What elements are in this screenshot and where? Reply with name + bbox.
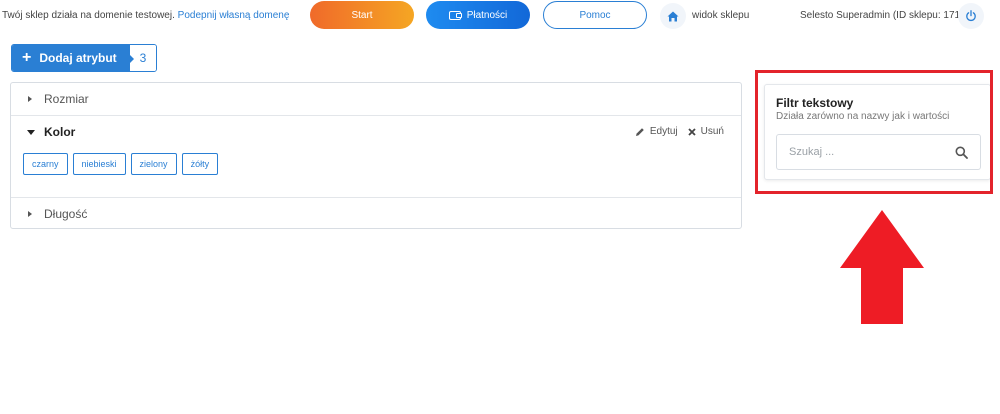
delete-attribute-button[interactable]: Usuń xyxy=(688,126,724,137)
view-shop-link[interactable]: widok sklepu xyxy=(692,10,749,21)
attribute-name: Kolor xyxy=(44,125,76,139)
attribute-row-kolor: Kolor Edytuj Usuń czarny niebieski zielo… xyxy=(11,116,741,198)
domain-notice: Twój sklep działa na domenie testowej. P… xyxy=(2,10,289,21)
attribute-value-tag[interactable]: niebieski xyxy=(72,153,126,175)
edit-label: Edytuj xyxy=(649,126,678,137)
highlight-box xyxy=(755,70,993,194)
edit-attribute-button[interactable]: Edytuj xyxy=(635,126,678,137)
home-icon xyxy=(667,11,679,21)
wallet-icon xyxy=(448,10,462,20)
attribute-values: czarny niebieski zielony żółty xyxy=(23,153,223,175)
domain-notice-text: Twój sklep działa na domenie testowej. xyxy=(2,10,178,21)
add-attribute-button[interactable]: + Dodaj atrybut 3 xyxy=(11,44,157,72)
attribute-value-tag[interactable]: zielony xyxy=(130,153,177,175)
arrow-up-icon xyxy=(840,210,924,324)
caret-right-icon xyxy=(28,96,32,102)
payments-button-label: Płatności xyxy=(466,9,508,21)
attribute-header-kolor[interactable]: Kolor xyxy=(11,125,75,139)
top-bar: Twój sklep działa na domenie testowej. P… xyxy=(0,0,1000,32)
power-icon xyxy=(966,10,976,22)
attribute-row-dlugosc[interactable]: Długość xyxy=(11,198,741,230)
caret-right-icon xyxy=(28,211,32,217)
start-button[interactable]: Start xyxy=(310,1,414,29)
close-icon xyxy=(688,127,696,136)
pencil-icon xyxy=(635,127,644,136)
attribute-actions: Edytuj Usuń xyxy=(625,126,724,137)
attach-domain-link[interactable]: Podepnij własną domenę xyxy=(178,10,290,21)
delete-label: Usuń xyxy=(700,126,724,137)
start-button-label: Start xyxy=(351,9,373,21)
attribute-name: Długość xyxy=(44,207,88,221)
logout-button[interactable] xyxy=(958,3,984,29)
attribute-value-tag[interactable]: żółty xyxy=(181,153,219,175)
caret-down-icon xyxy=(27,129,35,135)
home-button[interactable] xyxy=(660,3,686,29)
attribute-count-badge: 3 xyxy=(129,45,156,71)
add-attribute-label: Dodaj atrybut xyxy=(39,51,117,65)
attribute-value-tag[interactable]: czarny xyxy=(23,153,68,175)
attribute-name: Rozmiar xyxy=(44,92,89,106)
plus-icon: + xyxy=(22,49,32,66)
attribute-list: Rozmiar Kolor Edytuj Usuń czarny niebies… xyxy=(10,82,742,229)
payments-button[interactable]: Płatności xyxy=(426,1,530,29)
help-button-label: Pomoc xyxy=(579,9,611,21)
admin-label: Selesto Superadmin (ID sklepu: 171) xyxy=(800,10,964,21)
attribute-row-rozmiar[interactable]: Rozmiar xyxy=(11,83,741,116)
help-button[interactable]: Pomoc xyxy=(543,1,647,29)
